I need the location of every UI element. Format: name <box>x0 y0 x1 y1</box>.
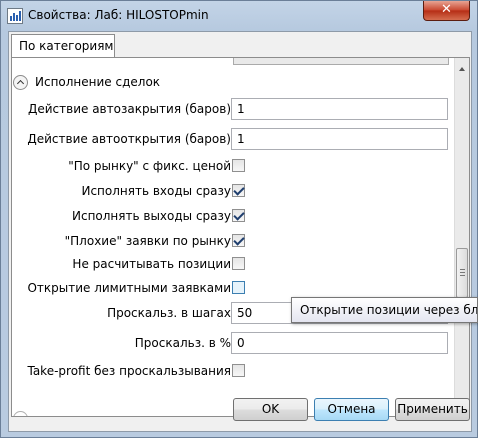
property-no-position-calc: Не расчитывать позиции <box>12 253 452 275</box>
property-label: Исполнять выходы сразу <box>72 209 231 223</box>
property-execute-entries: Исполнять входы сразу <box>12 180 452 202</box>
property-label: Действие автозакрытия (баров) <box>27 102 231 116</box>
property-execute-exits: Исполнять выходы сразу <box>12 205 452 227</box>
market-fixed-price-checkbox[interactable] <box>232 159 245 172</box>
window-title: Свойства: Лаб: HILOSTOPmin <box>28 8 209 22</box>
collapse-chevron-icon[interactable] <box>13 75 28 90</box>
property-autoclose-delay: Действие автозакрытия (баров) 1 <box>12 98 452 120</box>
property-label: Проскальз. в шагах <box>107 306 231 320</box>
property-take-profit-no-slippage: Take-profit без проскальзывания <box>12 360 452 382</box>
property-label: Take-profit без проскальзывания <box>27 364 231 378</box>
chart-app-icon <box>7 8 23 24</box>
dialog-client-area: По категориям Исполнение сделок Действие… <box>8 31 472 432</box>
close-icon: ✕ <box>441 2 452 17</box>
property-slippage-percent: Проскальз. в % 0 <box>12 332 452 354</box>
properties-window: Свойства: Лаб: HILOSTOPmin ✕ По категори… <box>0 0 478 438</box>
property-label: "Плохие" заявки по рынку <box>64 234 231 248</box>
scroll-up-arrow-icon[interactable] <box>459 67 465 71</box>
limit-orders-open-checkbox[interactable] <box>232 281 245 294</box>
property-grid: Исполнение сделок Действие автозакрытия … <box>11 57 470 417</box>
section-order-execution[interactable]: Исполнение сделок <box>13 73 313 93</box>
tooltip: Открытие позиции через блоки Ф <box>291 297 478 323</box>
property-limit-orders-open: Открытие лимитными заявками <box>12 277 452 299</box>
autoopen-delay-input[interactable]: 1 <box>231 128 448 150</box>
property-autoopen-delay: Действие автооткрытия (баров) 1 <box>12 128 452 150</box>
property-label: Не расчитывать позиции <box>72 257 231 271</box>
next-section-expander-icon[interactable] <box>13 411 28 416</box>
property-label: Открытие лимитными заявками <box>27 281 231 295</box>
property-label: Проскальз. в % <box>134 336 231 350</box>
autoclose-delay-input[interactable]: 1 <box>231 98 448 120</box>
property-bad-orders-market: "Плохие" заявки по рынку <box>12 230 452 252</box>
vertical-scrollbar[interactable] <box>454 58 469 416</box>
ok-button[interactable]: OK <box>233 398 308 421</box>
slippage-percent-input[interactable]: 0 <box>231 332 448 354</box>
apply-button[interactable]: Применить <box>395 398 470 421</box>
tab-by-category[interactable]: По категориям <box>11 34 115 58</box>
execute-entries-checkbox[interactable] <box>232 184 245 197</box>
title-bar[interactable]: Свойства: Лаб: HILOSTOPmin ✕ <box>1 1 478 31</box>
previous-row-field[interactable] <box>233 58 449 65</box>
execute-exits-checkbox[interactable] <box>232 209 245 222</box>
cancel-button[interactable]: Отмена <box>314 398 389 421</box>
no-position-calc-checkbox[interactable] <box>232 257 245 270</box>
property-label: Исполнять входы сразу <box>81 184 231 198</box>
take-profit-no-slippage-checkbox[interactable] <box>232 364 245 377</box>
section-title: Исполнение сделок <box>35 75 161 89</box>
tab-label: По категориям <box>19 39 114 53</box>
property-market-fixed-price: "По рынку" с фикс. ценой <box>12 155 452 177</box>
scroll-thumb[interactable] <box>456 248 468 298</box>
property-label: Действие автооткрытия (баров) <box>27 132 231 146</box>
bad-orders-market-checkbox[interactable] <box>232 234 245 247</box>
close-button[interactable]: ✕ <box>423 1 470 21</box>
property-label: "По рынку" с фикс. ценой <box>68 159 231 173</box>
